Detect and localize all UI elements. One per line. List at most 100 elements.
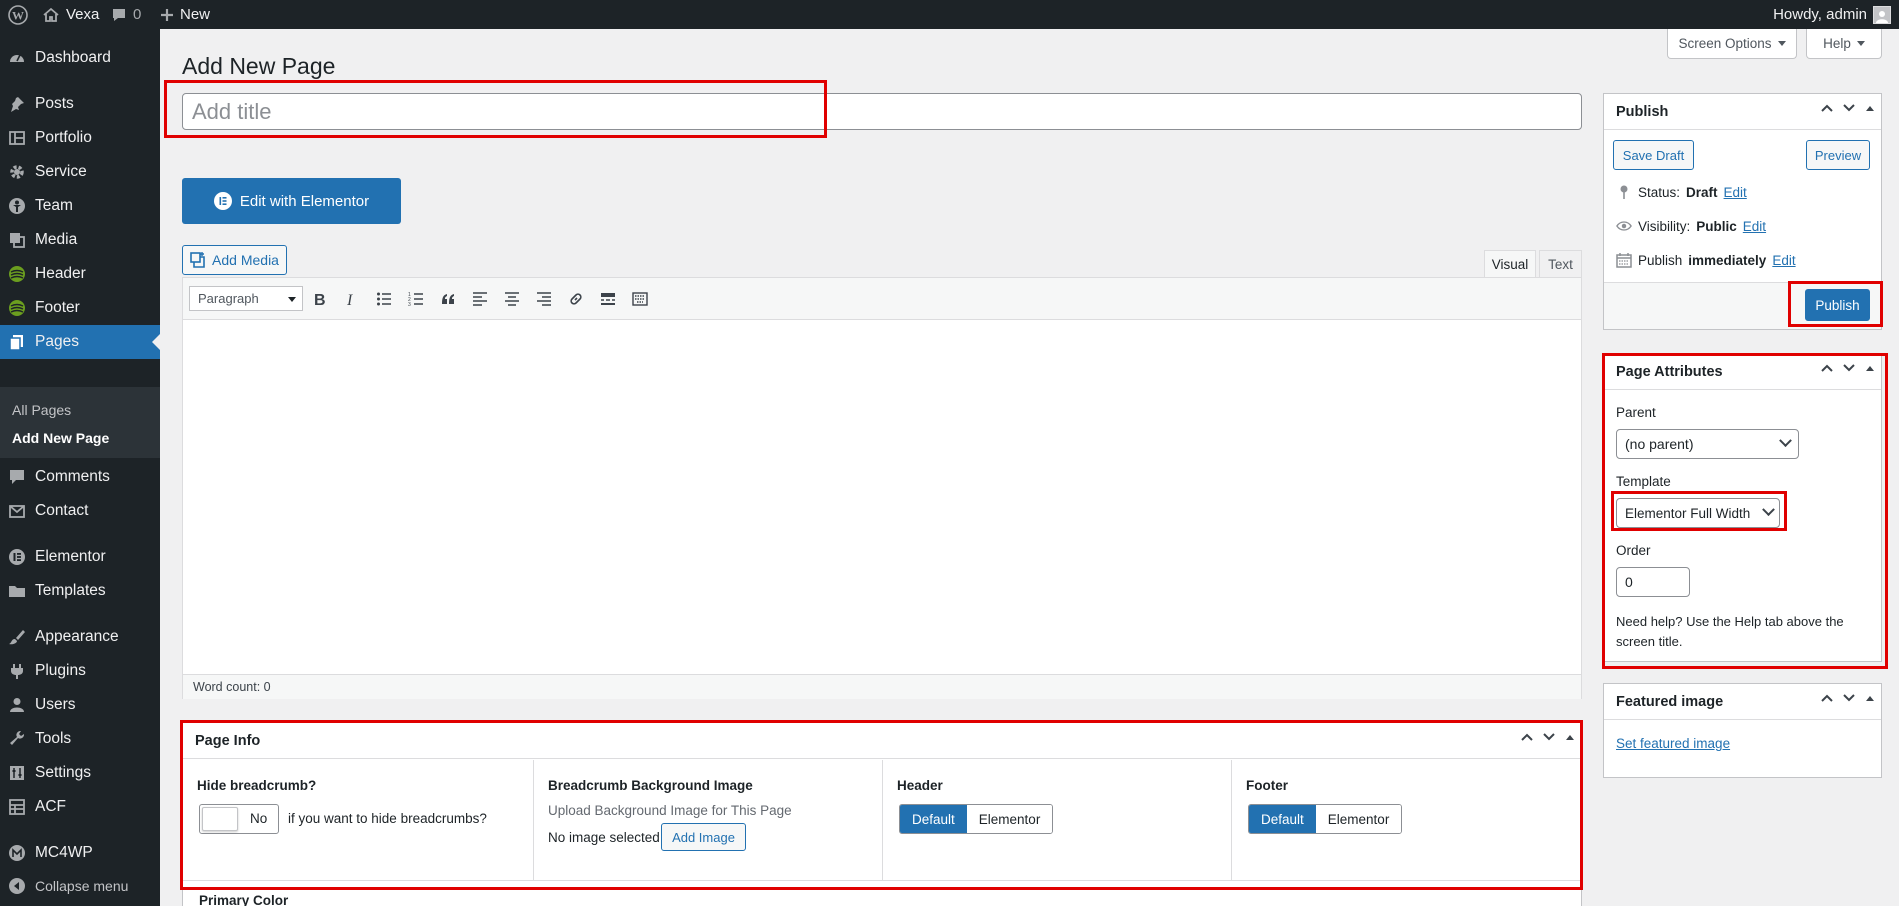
toggle-value: No bbox=[250, 811, 268, 826]
footer-choice-field: Footer Default Elementor bbox=[1232, 760, 1581, 880]
footer-elementor-option[interactable]: Elementor bbox=[1315, 805, 1402, 833]
sidebar-item-pages[interactable]: Pages bbox=[0, 325, 160, 359]
wordpress-logo[interactable]: W bbox=[8, 0, 28, 29]
acf-icon bbox=[8, 798, 26, 816]
sidebar-item-contact[interactable]: Contact bbox=[0, 494, 160, 528]
publish-time-label: Publish bbox=[1638, 252, 1683, 268]
sidebar-item-plugins[interactable]: Plugins bbox=[0, 654, 160, 688]
read-more-button[interactable] bbox=[598, 289, 618, 309]
sidebar-item-templates[interactable]: Templates bbox=[0, 574, 160, 608]
sidebar-item-mc4wp[interactable]: MC4WP bbox=[0, 836, 160, 870]
move-down-icon[interactable] bbox=[1843, 104, 1855, 112]
sidebar-item-portfolio[interactable]: Portfolio bbox=[0, 121, 160, 155]
edit-publish-time-link[interactable]: Edit bbox=[1772, 253, 1795, 268]
sidebar-item-tools[interactable]: Tools bbox=[0, 722, 160, 756]
toggle-panel-icon[interactable] bbox=[1865, 364, 1875, 372]
move-down-icon[interactable] bbox=[1843, 364, 1855, 372]
align-left-button[interactable] bbox=[470, 289, 490, 309]
set-featured-image-link[interactable]: Set featured image bbox=[1616, 736, 1730, 751]
move-up-icon[interactable] bbox=[1821, 104, 1833, 112]
breadcrumb-bg-desc: Upload Background Image for This Page bbox=[548, 803, 792, 818]
sidebar-item-header[interactable]: Header bbox=[0, 257, 160, 291]
toggle-panel-icon[interactable] bbox=[1865, 104, 1875, 112]
plug-icon bbox=[8, 662, 26, 680]
my-account[interactable]: Howdy, admin bbox=[1773, 0, 1891, 29]
comment-icon bbox=[113, 8, 125, 21]
screen-options-button[interactable]: Screen Options bbox=[1667, 29, 1797, 59]
move-down-icon[interactable] bbox=[1843, 694, 1855, 702]
toolbar-toggle-button[interactable] bbox=[630, 289, 650, 309]
sidebar-item-users[interactable]: Users bbox=[0, 688, 160, 722]
bold-button[interactable]: B bbox=[310, 289, 330, 309]
comments-link[interactable]: 0 bbox=[111, 0, 141, 29]
page-attributes-box: Page Attributes Parent (no parent) Templ… bbox=[1603, 353, 1882, 662]
sidebar-item-appearance[interactable]: Appearance bbox=[0, 620, 160, 654]
sidebar-item-dashboard[interactable]: Dashboard bbox=[0, 41, 160, 75]
help-button[interactable]: Help bbox=[1806, 29, 1882, 59]
user-icon bbox=[8, 696, 26, 714]
edit-visibility-link[interactable]: Edit bbox=[1743, 219, 1766, 234]
footer-default-option[interactable]: Default bbox=[1249, 805, 1316, 833]
title-input[interactable] bbox=[182, 93, 1582, 130]
sidebar-item-team[interactable]: Team bbox=[0, 189, 160, 223]
preview-button[interactable]: Preview bbox=[1806, 140, 1870, 170]
parent-select[interactable]: (no parent) bbox=[1616, 429, 1799, 459]
avatar-silhouette-icon bbox=[1876, 10, 1888, 23]
publish-button[interactable]: Publish bbox=[1805, 289, 1870, 321]
align-right-button[interactable] bbox=[534, 289, 554, 309]
read-more-icon bbox=[601, 293, 615, 305]
save-draft-button[interactable]: Save Draft bbox=[1613, 140, 1694, 170]
align-center-button[interactable] bbox=[502, 289, 522, 309]
collapse-menu[interactable]: Collapse menu bbox=[0, 869, 160, 903]
blockquote-button[interactable] bbox=[438, 289, 458, 309]
sidebar-item-footer[interactable]: Footer bbox=[0, 291, 160, 325]
edit-status-link[interactable]: Edit bbox=[1724, 185, 1747, 200]
bullet-list-button[interactable] bbox=[374, 289, 394, 309]
visibility-row: Visibility: Public Edit bbox=[1616, 218, 1766, 234]
sidebar-item-media[interactable]: Media bbox=[0, 223, 160, 257]
italic-button[interactable]: I bbox=[342, 289, 362, 309]
sidebar-item-comments[interactable]: Comments bbox=[0, 460, 160, 494]
template-select-value: Elementor Full Width bbox=[1625, 505, 1751, 521]
submenu-all-pages[interactable]: All Pages bbox=[12, 402, 71, 418]
caret-down-icon bbox=[288, 297, 296, 302]
tab-visual[interactable]: Visual bbox=[1484, 250, 1536, 278]
hide-breadcrumb-toggle[interactable]: No bbox=[199, 804, 279, 834]
move-down-icon[interactable] bbox=[1543, 733, 1555, 741]
template-select[interactable]: Elementor Full Width bbox=[1616, 498, 1780, 528]
order-input[interactable]: 0 bbox=[1616, 567, 1690, 597]
sidebar-item-acf[interactable]: ACF bbox=[0, 790, 160, 824]
format-select[interactable]: Paragraph bbox=[189, 286, 303, 311]
header-elementor-option[interactable]: Elementor bbox=[966, 805, 1053, 833]
edit-with-elementor-button[interactable]: Edit with Elementor bbox=[182, 178, 401, 224]
insert-link-button[interactable] bbox=[566, 289, 586, 309]
order-value: 0 bbox=[1625, 574, 1633, 590]
site-name-link[interactable]: Vexa bbox=[42, 0, 99, 29]
help-label: Help bbox=[1823, 36, 1851, 51]
sidebar-item-settings[interactable]: Settings bbox=[0, 756, 160, 790]
pages-icon bbox=[8, 333, 26, 351]
status-label: Status: bbox=[1638, 184, 1681, 200]
numbered-list-button[interactable]: 123 bbox=[406, 289, 426, 309]
sidebar-item-posts[interactable]: Posts bbox=[0, 87, 160, 121]
move-up-icon[interactable] bbox=[1821, 364, 1833, 372]
hide-breadcrumb-field: Hide breadcrumb? No if you want to hide … bbox=[183, 760, 534, 880]
toggle-panel-icon[interactable] bbox=[1565, 733, 1575, 741]
header-choice-label: Header bbox=[897, 778, 943, 793]
page-title: Add New Page bbox=[182, 53, 336, 79]
parent-label: Parent bbox=[1616, 405, 1656, 420]
submenu-add-new-page[interactable]: Add New Page bbox=[12, 430, 109, 446]
sidebar-item-service[interactable]: Service bbox=[0, 155, 160, 189]
move-up-icon[interactable] bbox=[1521, 733, 1533, 741]
header-default-option[interactable]: Default bbox=[900, 805, 967, 833]
screen-options-label: Screen Options bbox=[1678, 36, 1772, 51]
svg-text:B: B bbox=[314, 292, 326, 307]
sidebar-item-elementor[interactable]: Elementor bbox=[0, 540, 160, 574]
add-media-button[interactable]: Add Media bbox=[182, 245, 287, 275]
tab-text[interactable]: Text bbox=[1539, 250, 1582, 278]
page-info-divider bbox=[183, 880, 1581, 881]
new-content-link[interactable]: New bbox=[160, 0, 210, 29]
move-up-icon[interactable] bbox=[1821, 694, 1833, 702]
toggle-panel-icon[interactable] bbox=[1865, 694, 1875, 702]
add-image-button[interactable]: Add Image bbox=[661, 823, 746, 851]
